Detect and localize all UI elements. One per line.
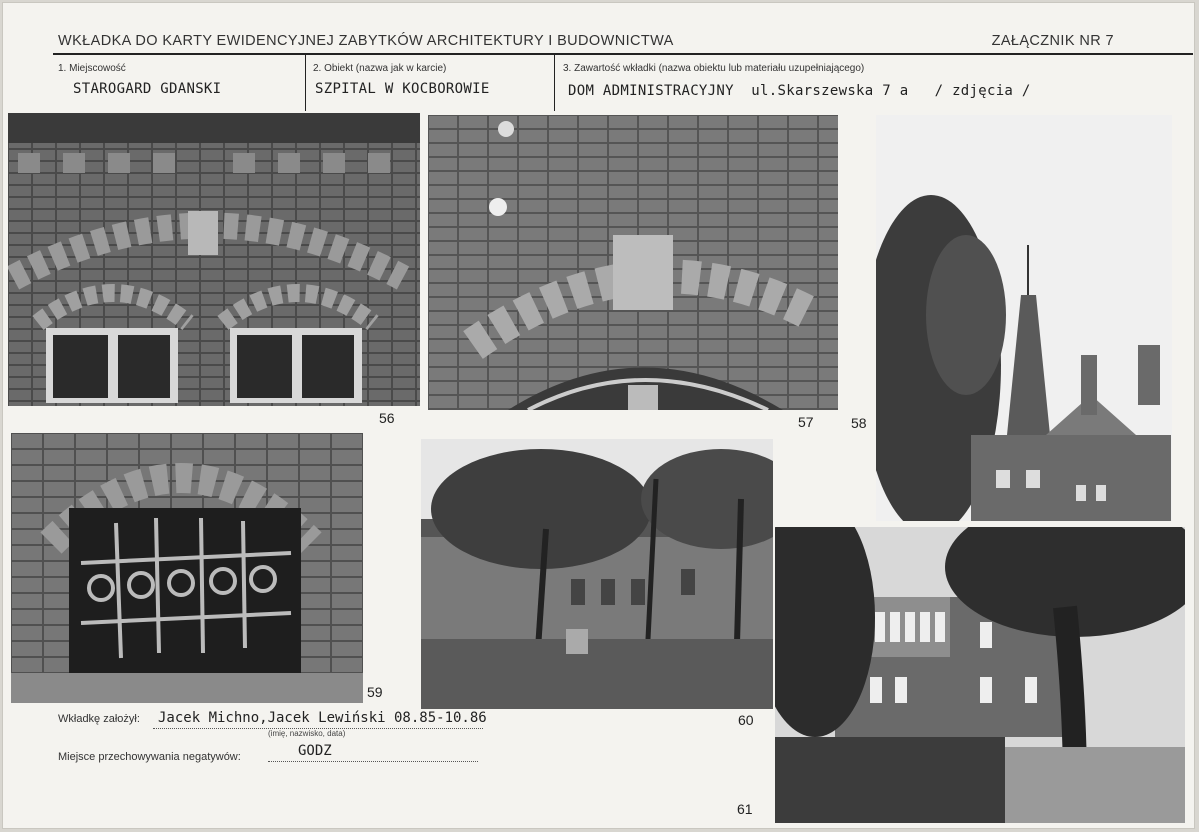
header-rule bbox=[53, 53, 1193, 55]
locality-value: STAROGARD GDANSKI bbox=[73, 81, 222, 97]
object-value: SZPITAL W KOCBOROWIE bbox=[315, 81, 490, 97]
photo-57 bbox=[428, 115, 838, 410]
object-label: 2. Obiekt (nazwa jak w karcie) bbox=[313, 63, 447, 74]
field-divider bbox=[554, 55, 555, 111]
sheet-title: WKŁADKA DO KARTY EWIDENCYJNEJ ZABYTKÓW A… bbox=[58, 33, 674, 49]
storage-line bbox=[268, 761, 478, 762]
photo-58 bbox=[876, 115, 1172, 521]
locality-label: 1. Miejscowość bbox=[58, 63, 126, 74]
content-value: DOM ADMINISTRACYJNY ul.Skarszewska 7 a /… bbox=[568, 83, 1031, 99]
inventory-sheet: WKŁADKA DO KARTY EWIDENCYJNEJ ZABYTKÓW A… bbox=[3, 3, 1194, 828]
storage-label: Miejsce przechowywania negatywów: bbox=[58, 751, 241, 763]
photo-56 bbox=[8, 113, 420, 406]
founded-label: Wkładkę założył: bbox=[58, 713, 140, 725]
photo-number-56: 56 bbox=[379, 410, 395, 426]
founded-value: Jacek Michno,Jacek Lewiński 08.85-10.86 bbox=[158, 710, 487, 726]
content-label: 3. Zawartość wkładki (nazwa obiektu lub … bbox=[563, 63, 865, 74]
photo-number-59: 59 bbox=[367, 684, 383, 700]
photo-number-60: 60 bbox=[738, 712, 754, 728]
photo-number-61: 61 bbox=[737, 801, 753, 817]
photo-61 bbox=[775, 527, 1185, 823]
storage-value: GODZ bbox=[298, 743, 332, 759]
photo-number-57: 57 bbox=[798, 414, 814, 430]
photo-number-58: 58 bbox=[851, 415, 867, 431]
photo-60 bbox=[421, 439, 773, 709]
field-divider bbox=[305, 55, 306, 111]
attachment-number: ZAŁĄCZNIK NR 7 bbox=[991, 33, 1114, 49]
photo-59 bbox=[11, 433, 363, 703]
founded-hint: (imię, nazwisko, data) bbox=[268, 729, 346, 738]
